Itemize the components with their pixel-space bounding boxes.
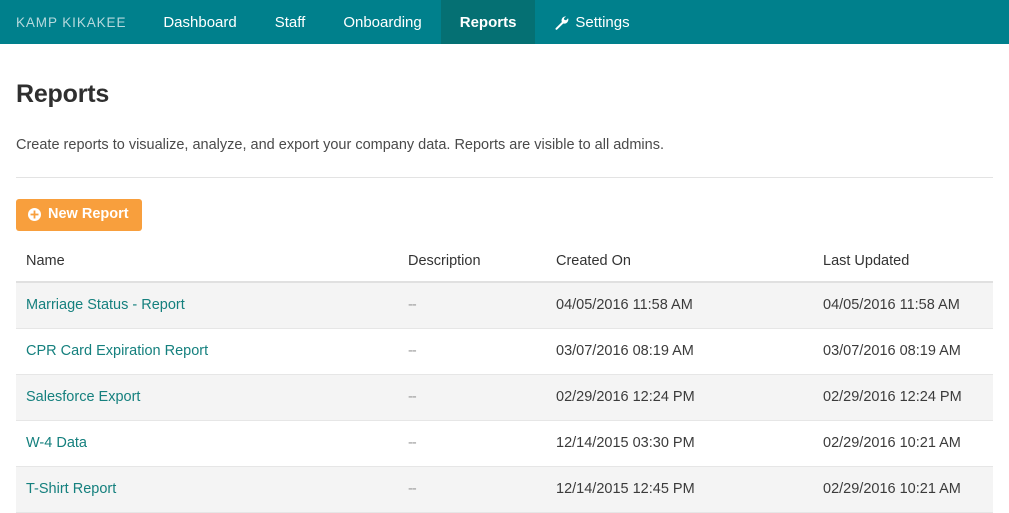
table-row: CPR Card Expiration Report -- 03/07/2016…: [16, 328, 993, 374]
nav-item-staff[interactable]: Staff: [256, 0, 325, 44]
plus-circle-icon: [28, 208, 41, 221]
nav-item-label: Onboarding: [343, 14, 421, 31]
report-link[interactable]: Marriage Status - Report: [26, 297, 185, 313]
nav-item-label: Settings: [575, 14, 629, 31]
wrench-icon: [554, 15, 569, 30]
page-description: Create reports to visualize, analyze, an…: [16, 137, 993, 153]
nav-item-label: Dashboard: [163, 14, 236, 31]
top-navigation-bar: KAMP KIKAKEE Dashboard Staff Onboarding …: [0, 0, 1009, 44]
report-created-on-cell: 12/14/2015 03:30 PM: [556, 420, 823, 466]
column-header-name[interactable]: Name: [16, 253, 408, 282]
report-link[interactable]: W-4 Data: [26, 435, 87, 451]
toolbar: New Report: [16, 199, 993, 231]
report-created-on-cell: 04/05/2016 11:58 AM: [556, 282, 823, 329]
report-description-cell: --: [408, 466, 556, 512]
nav-item-onboarding[interactable]: Onboarding: [324, 0, 440, 44]
report-created-on-cell: 02/29/2016 12:24 PM: [556, 374, 823, 420]
new-report-label: New Report: [48, 207, 129, 222]
nav-item-label: Reports: [460, 14, 517, 31]
reports-table-body: Marriage Status - Report -- 04/05/2016 1…: [16, 282, 993, 513]
column-header-description[interactable]: Description: [408, 253, 556, 282]
report-last-updated-cell: 03/07/2016 08:19 AM: [823, 328, 993, 374]
report-description-cell: --: [408, 374, 556, 420]
report-description-cell: --: [408, 282, 556, 329]
table-row: Salesforce Export -- 02/29/2016 12:24 PM…: [16, 374, 993, 420]
empty-value: --: [408, 343, 416, 359]
report-name-cell: CPR Card Expiration Report: [16, 328, 408, 374]
table-row: W-4 Data -- 12/14/2015 03:30 PM 02/29/20…: [16, 420, 993, 466]
empty-value: --: [408, 297, 416, 313]
report-last-updated-cell: 04/05/2016 11:58 AM: [823, 282, 993, 329]
report-description-cell: --: [408, 328, 556, 374]
report-name-cell: W-4 Data: [16, 420, 408, 466]
report-last-updated-cell: 02/29/2016 10:21 AM: [823, 466, 993, 512]
new-report-button[interactable]: New Report: [16, 199, 142, 231]
report-description-cell: --: [408, 420, 556, 466]
table-row: Marriage Status - Report -- 04/05/2016 1…: [16, 282, 993, 329]
nav-item-reports[interactable]: Reports: [441, 0, 536, 44]
page-title: Reports: [16, 80, 993, 109]
empty-value: --: [408, 435, 416, 451]
report-last-updated-cell: 02/29/2016 12:24 PM: [823, 374, 993, 420]
page-container: Reports Create reports to visualize, ana…: [0, 80, 1009, 513]
section-divider: [16, 177, 993, 178]
report-name-cell: Salesforce Export: [16, 374, 408, 420]
nav-item-dashboard[interactable]: Dashboard: [144, 0, 255, 44]
empty-value: --: [408, 389, 416, 405]
report-created-on-cell: 03/07/2016 08:19 AM: [556, 328, 823, 374]
report-link[interactable]: Salesforce Export: [26, 389, 140, 405]
nav-item-label: Staff: [275, 14, 306, 31]
table-header-row: Name Description Created On Last Updated: [16, 253, 993, 282]
empty-value: --: [408, 481, 416, 497]
reports-table: Name Description Created On Last Updated…: [16, 253, 993, 513]
nav-item-list: Dashboard Staff Onboarding Reports Setti…: [144, 0, 648, 44]
table-row: T-Shirt Report -- 12/14/2015 12:45 PM 02…: [16, 466, 993, 512]
report-name-cell: T-Shirt Report: [16, 466, 408, 512]
nav-item-settings[interactable]: Settings: [535, 0, 648, 44]
report-link[interactable]: T-Shirt Report: [26, 481, 116, 497]
report-name-cell: Marriage Status - Report: [16, 282, 408, 329]
brand-logo[interactable]: KAMP KIKAKEE: [0, 0, 144, 44]
report-last-updated-cell: 02/29/2016 10:21 AM: [823, 420, 993, 466]
report-created-on-cell: 12/14/2015 12:45 PM: [556, 466, 823, 512]
column-header-created-on[interactable]: Created On: [556, 253, 823, 282]
reports-table-head: Name Description Created On Last Updated: [16, 253, 993, 282]
column-header-last-updated[interactable]: Last Updated: [823, 253, 993, 282]
report-link[interactable]: CPR Card Expiration Report: [26, 343, 208, 359]
